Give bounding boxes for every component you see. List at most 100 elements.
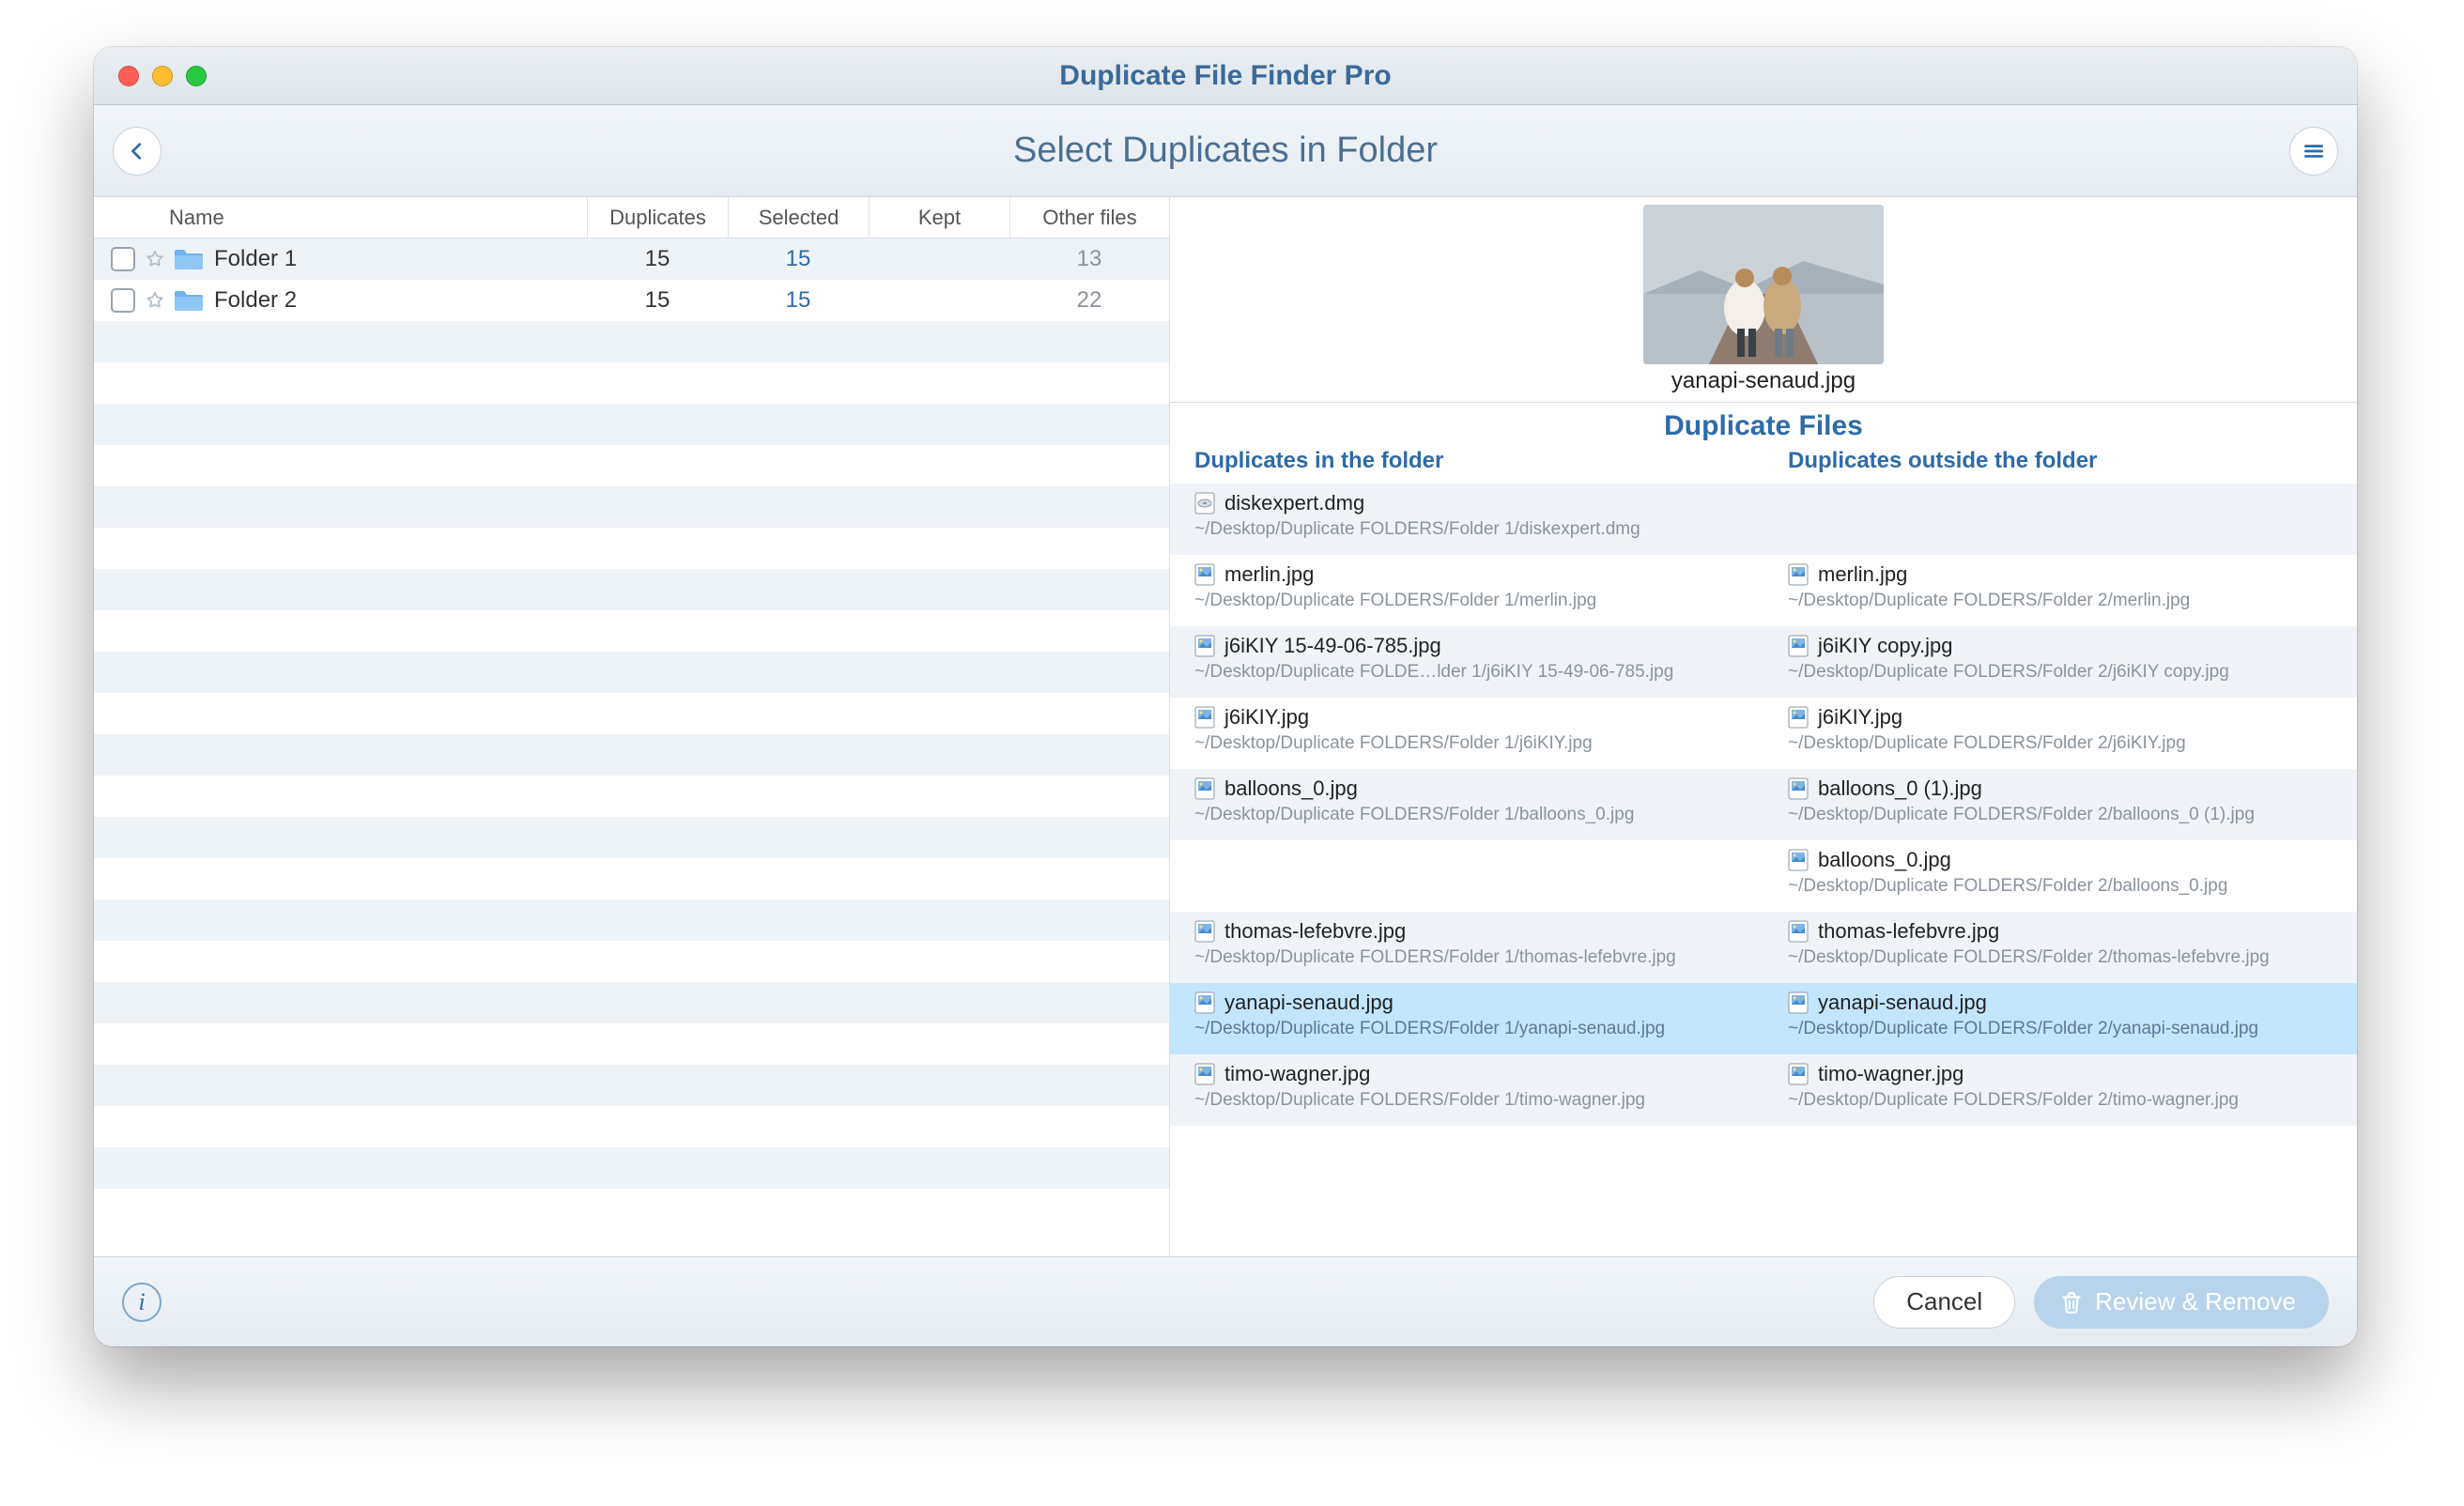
duplicate-cell-in[interactable]: timo-wagner.jpg~/Desktop/Duplicate FOLDE… xyxy=(1170,1054,1763,1126)
cancel-button[interactable]: Cancel xyxy=(1873,1276,2015,1329)
folder-checkbox[interactable] xyxy=(111,247,135,271)
duplicate-cell-out[interactable]: timo-wagner.jpg ~/Desktop/Duplicate FOLDE… xyxy=(1763,1054,2357,1126)
review-remove-label: Review & Remove xyxy=(2095,1287,2296,1316)
file-icon xyxy=(1788,706,1809,729)
file-name: thomas-lefebvre.jpg xyxy=(1818,919,1999,944)
file-path: ~/Desktop/Duplicate FOLDERS/Folder 2/yan… xyxy=(1788,1019,2346,1039)
duplicate-row[interactable]: merlin.jpg ~/Desktop/Duplicate FOLDERS/Fo… xyxy=(1170,555,2357,626)
folders-panel: Name Duplicates Selected Kept Other file… xyxy=(94,197,1170,1256)
footer: i Cancel Review & Remove xyxy=(94,1256,2357,1346)
duplicate-row[interactable]: diskexpert.dmg ~/Desktop/Duplicate FOLDER… xyxy=(1170,484,2357,555)
app-window: Duplicate File Finder Pro Select Duplica… xyxy=(94,47,2357,1346)
titlebar: Duplicate File Finder Pro xyxy=(94,47,2357,105)
file-path: ~/Desktop/Duplicate FOLDERS/Folder 1/bal… xyxy=(1194,805,1752,825)
file-name: thomas-lefebvre.jpg xyxy=(1224,919,1406,944)
duplicate-row[interactable]: timo-wagner.jpg ~/Desktop/Duplicate FOLDE… xyxy=(1170,1054,2357,1126)
file-path: ~/Desktop/Duplicate FOLDERS/Folder 2/bal… xyxy=(1788,805,2346,825)
file-icon xyxy=(1788,777,1809,800)
duplicate-cell-out[interactable]: balloons_0 (1).jpg~/Desktop/Duplicate FO… xyxy=(1763,769,2357,840)
col-kept[interactable]: Kept xyxy=(869,197,1009,238)
duplicate-cell-in[interactable]: j6iKIY.jpg ~/Desktop/Duplicate FOLDERS/Fo… xyxy=(1170,698,1763,769)
duplicate-cell-in[interactable]: merlin.jpg ~/Desktop/Duplicate FOLDERS/Fo… xyxy=(1170,555,1763,626)
folders-list: Folder 1151513Folder 2151522 xyxy=(94,238,1169,1256)
col-duplicates[interactable]: Duplicates xyxy=(587,197,728,238)
duplicate-row[interactable]: j6iKIY 15-49-06-785.jpg~/Desktop/Duplica… xyxy=(1170,626,2357,698)
file-path: ~/Desktop/Duplicate FOLDERS/Folder 2/mer… xyxy=(1788,591,2346,611)
folder-icon xyxy=(173,288,205,313)
toolbar: Select Duplicates in Folder xyxy=(94,105,2357,197)
file-icon xyxy=(1194,991,1215,1014)
duplicate-cell-out[interactable]: merlin.jpg ~/Desktop/Duplicate FOLDERS/Fo… xyxy=(1763,555,2357,626)
file-name: diskexpert.dmg xyxy=(1224,491,1364,515)
file-path: ~/Desktop/Duplicate FOLDERS/Folder 1/j6i… xyxy=(1194,733,1752,754)
folders-columns-header: Name Duplicates Selected Kept Other file… xyxy=(94,197,1169,238)
file-path: ~/Desktop/Duplicate FOLDERS/Folder 1/mer… xyxy=(1194,591,1752,611)
folder-duplicates-count: 15 xyxy=(587,287,728,314)
file-path: ~/Desktop/Duplicate FOLDERS/Folder 2/j6i… xyxy=(1788,733,2346,754)
duplicate-row[interactable]: thomas-lefebvre.jpg ~/Desktop/Duplicate F… xyxy=(1170,912,2357,983)
folder-other-count: 13 xyxy=(1009,246,1169,272)
duplicate-cell-out[interactable]: j6iKIY.jpg ~/Desktop/Duplicate FOLDERS/Fo… xyxy=(1763,698,2357,769)
file-icon xyxy=(1194,563,1215,586)
review-remove-button[interactable]: Review & Remove xyxy=(2034,1276,2329,1329)
folder-name: Folder 1 xyxy=(214,246,587,272)
preview-thumbnail[interactable] xyxy=(1643,205,1884,364)
folder-row[interactable]: Folder 1151513 xyxy=(94,238,1169,280)
trash-icon xyxy=(2059,1290,2084,1314)
file-name: j6iKIY.jpg xyxy=(1224,705,1309,730)
folder-selected-count[interactable]: 15 xyxy=(728,287,869,314)
file-icon xyxy=(1194,635,1215,657)
duplicate-cell-out xyxy=(1763,484,2357,555)
folder-other-count: 22 xyxy=(1009,287,1169,314)
app-title: Duplicate File Finder Pro xyxy=(94,60,2357,92)
file-name: balloons_0.jpg xyxy=(1224,776,1358,801)
file-name: merlin.jpg xyxy=(1818,562,1907,587)
file-name: j6iKIY copy.jpg xyxy=(1818,634,1953,658)
file-icon xyxy=(1788,920,1809,943)
file-name: merlin.jpg xyxy=(1224,562,1314,587)
duplicate-row[interactable]: yanapi-senaud.jpg ~/Desktop/Duplicate FOL… xyxy=(1170,983,2357,1054)
duplicate-cell-out[interactable]: thomas-lefebvre.jpg ~/Desktop/Duplicate F… xyxy=(1763,912,2357,983)
folder-duplicates-count: 15 xyxy=(587,246,728,272)
favorite-star-icon[interactable] xyxy=(143,249,167,269)
duplicates-list: diskexpert.dmg ~/Desktop/Duplicate FOLDER… xyxy=(1170,484,2357,1256)
duplicate-cell-in[interactable]: diskexpert.dmg ~/Desktop/Duplicate FOLDER… xyxy=(1170,484,1763,555)
duplicate-cell-out[interactable]: balloons_0.jpg~/Desktop/Duplicate FOLDER… xyxy=(1763,840,2357,912)
file-path: ~/Desktop/Duplicate FOLDERS/Folder 1/dis… xyxy=(1194,519,1752,540)
folder-row[interactable]: Folder 2151522 xyxy=(94,280,1169,321)
file-icon xyxy=(1788,563,1809,586)
file-icon xyxy=(1788,1063,1809,1085)
info-button[interactable]: i xyxy=(122,1283,162,1322)
page-title: Select Duplicates in Folder xyxy=(94,131,2357,171)
duplicate-cell-in[interactable]: balloons_0.jpg ~/Desktop/Duplicate FOLDER… xyxy=(1170,769,1763,840)
duplicate-row[interactable]: balloons_0.jpg ~/Desktop/Duplicate FOLDER… xyxy=(1170,769,2357,840)
file-path: ~/Desktop/Duplicate FOLDERS/Folder 1/tho… xyxy=(1194,947,1752,968)
details-panel: yanapi-senaud.jpg Duplicate Files Duplic… xyxy=(1170,197,2357,1256)
file-path: ~/Desktop/Duplicate FOLDERS/Folder 2/tim… xyxy=(1788,1090,2346,1111)
col-other[interactable]: Other files xyxy=(1009,197,1169,238)
duplicate-cell-in[interactable]: thomas-lefebvre.jpg ~/Desktop/Duplicate F… xyxy=(1170,912,1763,983)
file-name: yanapi-senaud.jpg xyxy=(1818,991,1987,1015)
file-icon xyxy=(1788,635,1809,657)
file-name: j6iKIY.jpg xyxy=(1818,705,1902,730)
preview-area: yanapi-senaud.jpg xyxy=(1170,197,2357,403)
menu-button[interactable] xyxy=(2289,127,2338,176)
folder-name: Folder 2 xyxy=(214,287,587,314)
duplicate-cell-in[interactable]: yanapi-senaud.jpg~/Desktop/Duplicate FOL… xyxy=(1170,983,1763,1054)
duplicate-cell-out[interactable]: j6iKIY copy.jpg ~/Desktop/Duplicate FOLDE… xyxy=(1763,626,2357,698)
duplicates-heading: Duplicate Files xyxy=(1170,403,2357,444)
folder-selected-count[interactable]: 15 xyxy=(728,246,869,272)
duplicate-cell-in[interactable]: j6iKIY 15-49-06-785.jpg~/Desktop/Duplica… xyxy=(1170,626,1763,698)
duplicate-row[interactable]: j6iKIY.jpg ~/Desktop/Duplicate FOLDERS/Fo… xyxy=(1170,698,2357,769)
duplicate-row[interactable]: balloons_0.jpg~/Desktop/Duplicate FOLDER… xyxy=(1170,840,2357,912)
file-path: ~/Desktop/Duplicate FOLDERS/Folder 2/j6i… xyxy=(1788,662,2346,683)
favorite-star-icon[interactable] xyxy=(143,290,167,311)
col-name[interactable]: Name xyxy=(94,197,587,238)
file-icon xyxy=(1788,849,1809,871)
file-name: timo-wagner.jpg xyxy=(1818,1062,1964,1086)
file-path: ~/Desktop/Duplicate FOLDERS/Folder 2/tho… xyxy=(1788,947,2346,968)
col-selected[interactable]: Selected xyxy=(728,197,869,238)
duplicate-cell-out[interactable]: yanapi-senaud.jpg ~/Desktop/Duplicate FOL… xyxy=(1763,983,2357,1054)
duplicates-column-headers: Duplicates in the folder Duplicates outs… xyxy=(1170,444,2357,484)
folder-checkbox[interactable] xyxy=(111,288,135,313)
